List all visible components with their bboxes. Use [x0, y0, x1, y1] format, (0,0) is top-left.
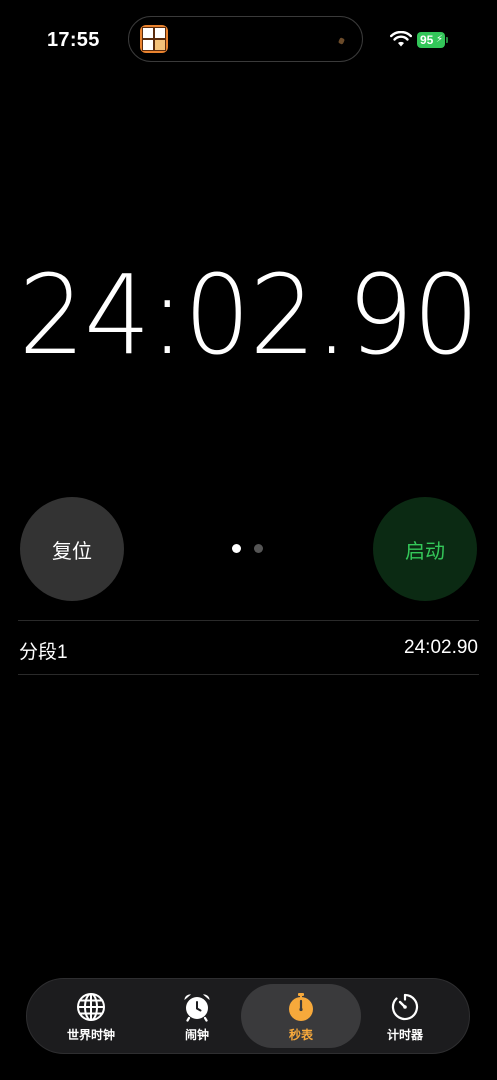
tab-bar: 世界时钟 闹钟 秒表 计时器: [26, 978, 470, 1054]
lap-time: 24:02.90: [404, 637, 478, 658]
globe-icon: [77, 993, 105, 1021]
status-bar: 17:55 95 ⚡: [0, 0, 497, 80]
dynamic-island[interactable]: [128, 16, 363, 62]
status-time: 17:55: [47, 29, 100, 51]
charging-bolt-icon: ⚡: [435, 34, 443, 45]
timer-icon: [391, 993, 419, 1021]
tab-label: 世界时钟: [66, 1028, 115, 1042]
wifi-icon: [390, 31, 412, 47]
page-dot-inactive[interactable]: [254, 544, 263, 553]
battery-tip: [446, 37, 448, 43]
page-indicator[interactable]: [232, 544, 266, 554]
battery-level: 95: [420, 33, 434, 47]
tab-label: 闹钟: [184, 1028, 209, 1042]
tab-stopwatch[interactable]: 秒表: [249, 979, 353, 1053]
lap-label: 分段1: [19, 642, 68, 663]
lap-row: 分段1 24:02.90: [18, 621, 479, 674]
tab-alarm[interactable]: 闹钟: [145, 979, 249, 1053]
tab-world-clock[interactable]: 世界时钟: [39, 979, 143, 1053]
app-activity-icon[interactable]: [140, 25, 168, 53]
lap-list: 分段1 24:02.90: [18, 620, 479, 675]
start-button[interactable]: 启动: [373, 497, 477, 601]
stopwatch-time-display: 24:02.90: [18, 251, 480, 379]
tab-label: 计时器: [386, 1028, 423, 1042]
activity-indicator: [337, 37, 346, 45]
page-dot-active[interactable]: [232, 544, 241, 553]
tab-timer[interactable]: 计时器: [353, 979, 457, 1053]
alarm-clock-icon: [184, 994, 210, 1022]
tab-label: 秒表: [288, 1028, 313, 1042]
stopwatch-icon: [289, 993, 313, 1021]
reset-button[interactable]: 复位: [20, 497, 124, 601]
divider: [18, 674, 479, 675]
battery-icon: 95 ⚡: [417, 32, 445, 48]
